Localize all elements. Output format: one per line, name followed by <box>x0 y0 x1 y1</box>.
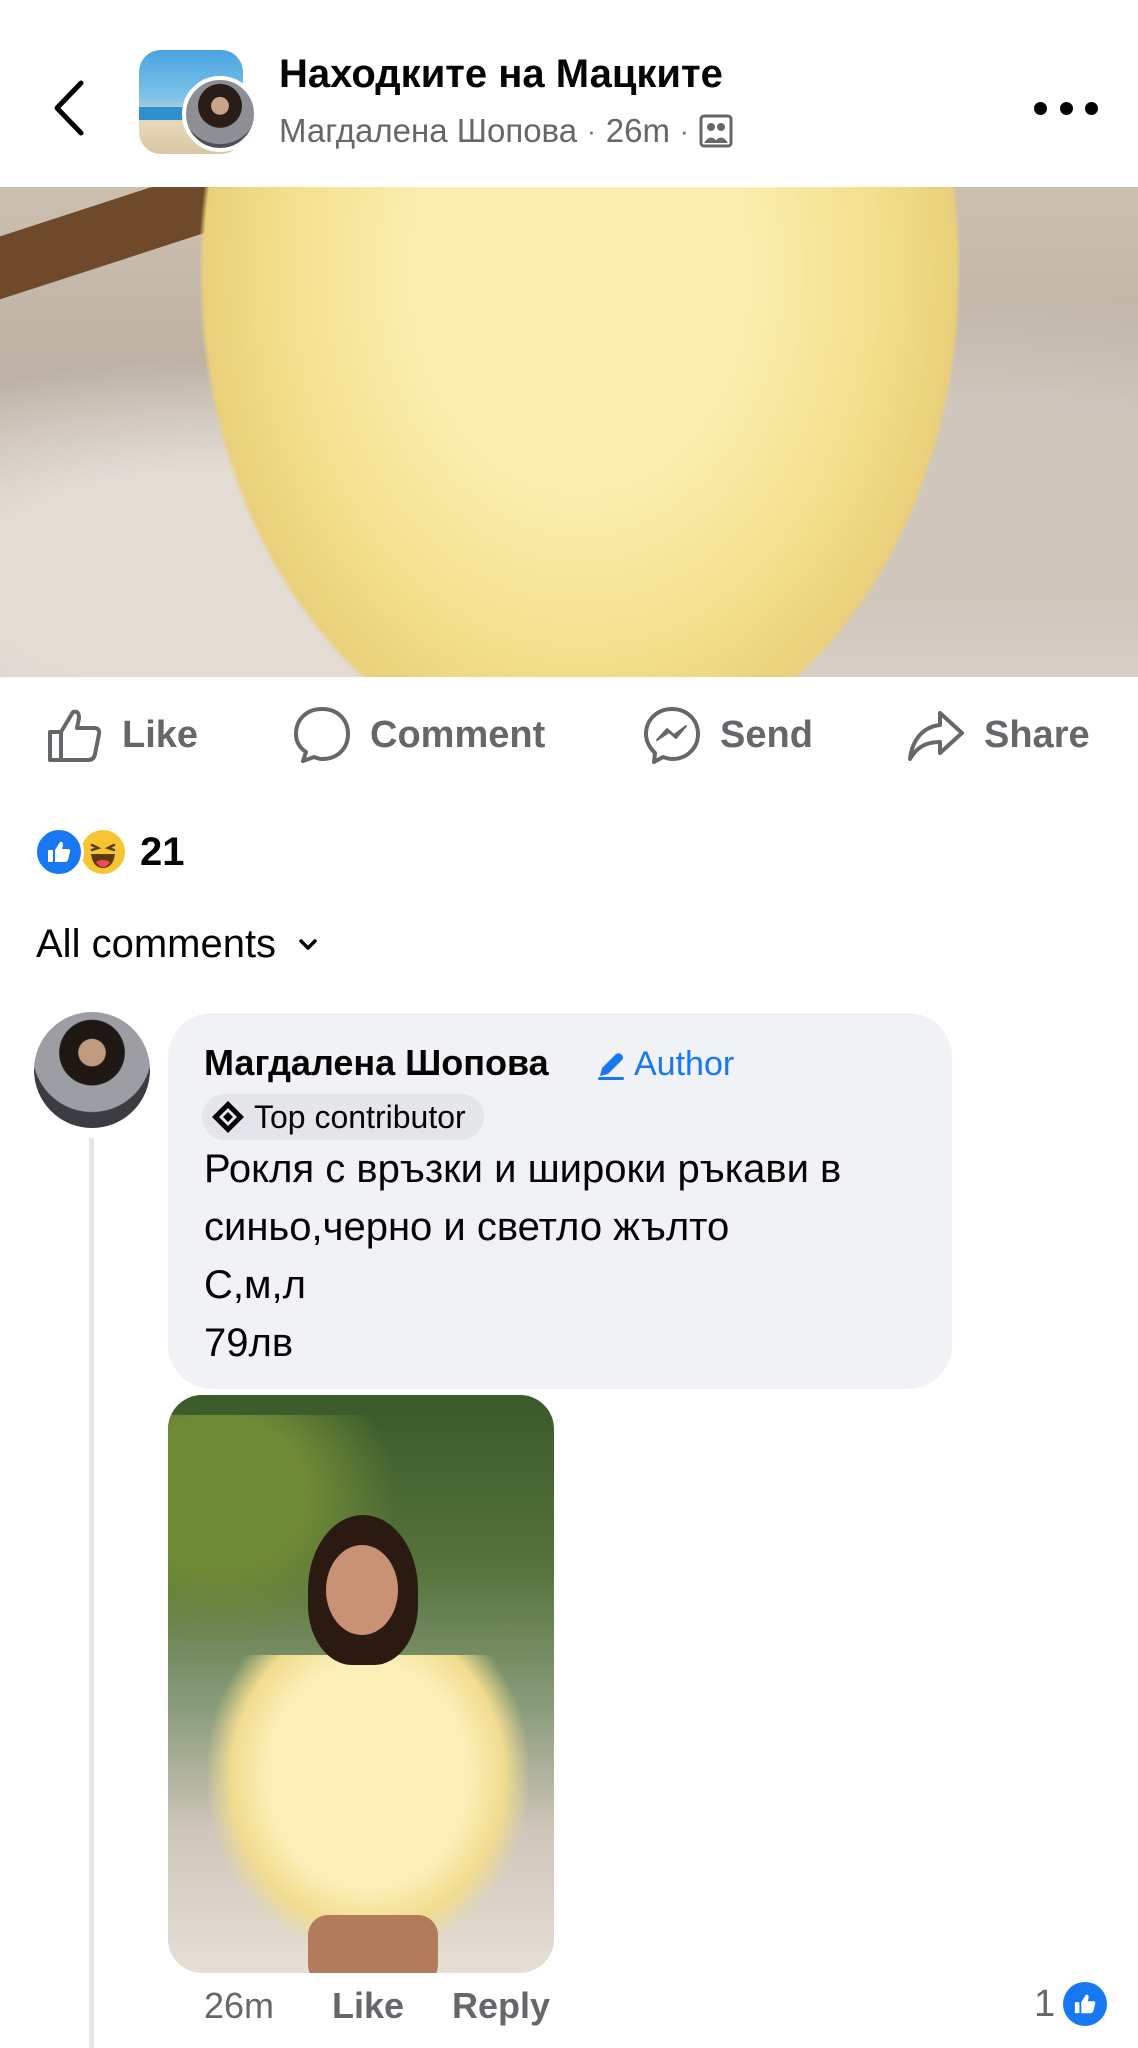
comment-author-avatar[interactable] <box>34 1012 150 1128</box>
comment-meta: 26m Like Reply <box>204 1985 550 2027</box>
pencil-icon <box>598 1052 624 1080</box>
comment-author-name[interactable]: Магдалена Шопова <box>204 1042 549 1084</box>
group-title[interactable]: Находките на Мацките <box>279 52 723 97</box>
like-label: Like <box>122 713 199 756</box>
author-badge: Author <box>594 1045 734 1084</box>
separator-dot: · <box>679 115 689 146</box>
share-arrow-icon <box>908 711 964 761</box>
messenger-icon <box>644 707 700 764</box>
author-badge-label: Author <box>634 1045 735 1083</box>
chevron-down-icon <box>299 938 317 950</box>
share-button[interactable]: Share <box>906 700 1090 770</box>
comment-button[interactable]: Comment <box>292 700 545 770</box>
author-avatar-small[interactable] <box>182 76 258 152</box>
top-contributor-label: Top contributor <box>254 1098 466 1135</box>
like-reaction-icon <box>1063 1982 1108 2026</box>
send-label: Send <box>720 713 813 756</box>
post-action-bar: Like Comment Send Share <box>0 700 1138 770</box>
post-image[interactable] <box>0 187 1138 677</box>
post-author-name[interactable]: Магдалена Шопова <box>279 112 577 150</box>
chevron-left-icon <box>54 80 84 136</box>
top-contributor-icon <box>212 1101 244 1133</box>
reaction-count: 21 <box>140 829 185 874</box>
like-button[interactable]: Like <box>46 700 198 770</box>
more-options-button[interactable] <box>1034 88 1098 128</box>
post-time[interactable]: 26m <box>606 112 670 150</box>
comment-bubble-icon <box>294 707 350 763</box>
comment-text-line: Рокля с връзки и широки ръкави в <box>204 1147 842 1191</box>
comment-text: Рокля с връзки и широки ръкави в синьо,ч… <box>204 1140 934 1372</box>
thumbs-up-icon <box>48 709 102 762</box>
comment-like-button[interactable]: Like <box>332 1985 452 2027</box>
comment-reaction-count[interactable]: 1 <box>1034 1982 1108 2026</box>
thread-line <box>89 1138 94 2048</box>
comment-time[interactable]: 26m <box>204 1985 332 2027</box>
comment-like-count: 1 <box>1034 1982 1056 2025</box>
group-members-icon <box>699 114 733 148</box>
comment-reply-button[interactable]: Reply <box>452 1985 550 2027</box>
comments-filter-dropdown[interactable]: All comments <box>36 922 318 967</box>
comment-text-line: 79лв <box>204 1321 294 1365</box>
comment-label: Comment <box>370 713 546 756</box>
send-button[interactable]: Send <box>642 700 813 770</box>
post-meta: Магдалена Шопова · 26m · <box>279 112 733 150</box>
haha-reaction-icon <box>78 827 128 877</box>
separator-dot: · <box>587 115 596 146</box>
top-contributor-badge[interactable]: Top contributor <box>202 1094 484 1140</box>
comment-text-line: С,м,л <box>204 1263 306 1307</box>
more-dots-icon <box>1034 101 1047 115</box>
comment-text-line: синьо,черно и светло жълто <box>204 1205 730 1249</box>
post-header: Находките на Мацките Магдалена Шопова · … <box>0 0 1138 186</box>
comment-attached-photo[interactable] <box>168 1395 554 1973</box>
like-reaction-icon <box>34 827 84 877</box>
back-button[interactable] <box>42 70 94 146</box>
reactions-summary[interactable]: 21 <box>34 826 185 878</box>
comments-filter-label: All comments <box>36 922 277 966</box>
share-label: Share <box>984 713 1090 756</box>
